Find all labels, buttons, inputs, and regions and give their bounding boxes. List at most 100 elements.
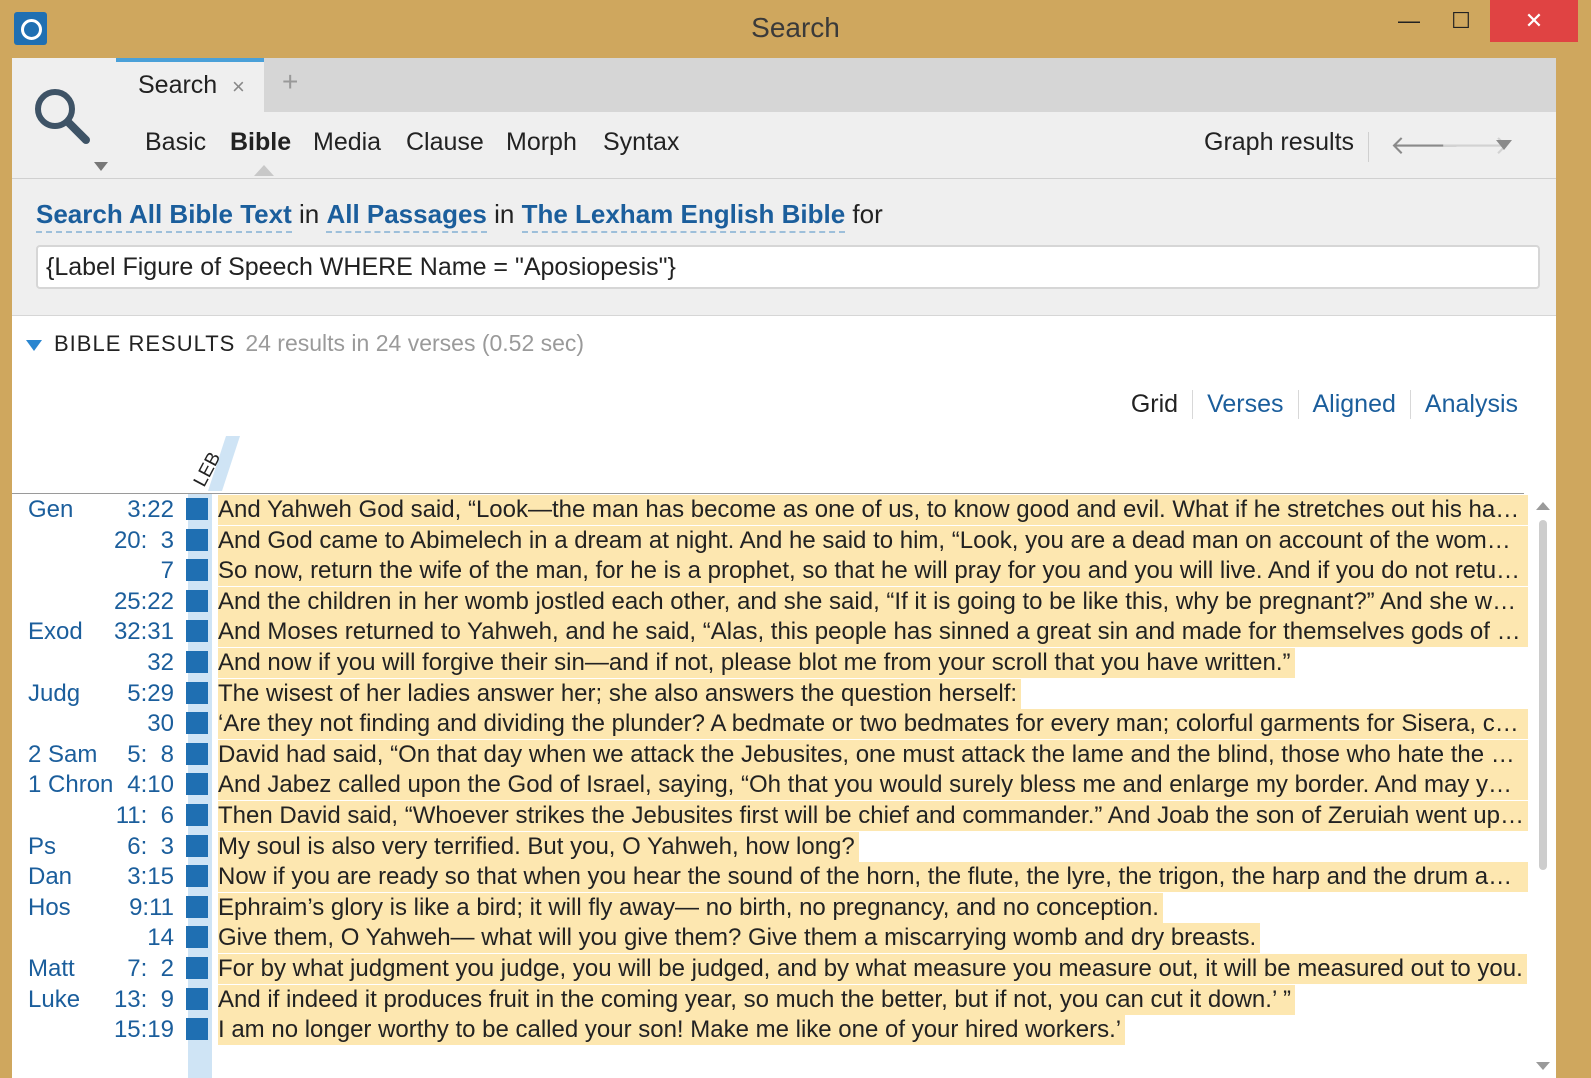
verse-text[interactable]: ‘Are they not finding and dividing the p… xyxy=(218,709,1528,740)
result-row[interactable]: 15:19 I am no longer worthy to be called … xyxy=(12,1015,1524,1046)
verse-text[interactable]: My soul is also very terrified. But you,… xyxy=(218,831,859,862)
hit-marker[interactable] xyxy=(186,589,208,612)
search-scope-link[interactable]: Search All Bible Text xyxy=(36,199,292,233)
book-link[interactable]: Matt xyxy=(28,954,75,984)
result-row[interactable]: Exod 32:31 And Moses returned to Yahweh, a… xyxy=(12,617,1528,648)
result-row[interactable]: 11: 6 Then David said, “Whoever strikes t… xyxy=(12,801,1528,831)
verse-text[interactable]: And the children in her womb jostled eac… xyxy=(218,586,1528,617)
hit-marker[interactable] xyxy=(186,651,208,673)
hit-marker[interactable] xyxy=(186,773,208,796)
nav-tab-bible[interactable]: Bible xyxy=(230,128,291,157)
verse-text[interactable]: I am no longer worthy to be called your … xyxy=(218,1015,1126,1046)
scroll-down-arrow-icon[interactable] xyxy=(1536,1062,1550,1070)
nav-tab-morph[interactable]: Morph xyxy=(506,128,577,157)
reference-link[interactable]: 11: 6 xyxy=(92,801,174,831)
reference-link[interactable]: 3:15 xyxy=(92,862,174,892)
result-row[interactable]: Luke 13: 9 And if indeed it produces fruit… xyxy=(12,984,1524,1015)
book-link[interactable]: Dan xyxy=(28,862,72,892)
result-row[interactable]: 1 Chron 4:10 And Jabez called upon the God… xyxy=(12,770,1528,801)
verse-text[interactable]: And if indeed it produces fruit in the c… xyxy=(218,984,1296,1015)
search-menu-dropdown-icon[interactable] xyxy=(94,162,108,171)
result-row[interactable]: Judg 5:29 The wisest of her ladies answer … xyxy=(12,678,1524,709)
result-row[interactable]: 2 Sam 5: 8 David had said, “On that day wh… xyxy=(12,739,1528,770)
book-link[interactable]: Judg xyxy=(28,679,80,709)
verse-text[interactable]: David had said, “On that day when we att… xyxy=(218,739,1528,770)
result-row[interactable]: Matt 7: 2 For by what judgment you judge, … xyxy=(12,954,1527,984)
column-header-leb[interactable]: LEB xyxy=(188,436,240,491)
result-row[interactable]: Ps 6: 3 My soul is also very terrified. Bu… xyxy=(12,831,1524,862)
result-row[interactable]: 30 ‘Are they not finding and dividing the… xyxy=(12,709,1528,740)
nav-tab-clause[interactable]: Clause xyxy=(406,128,484,157)
resource-link[interactable]: The Lexham English Bible xyxy=(521,199,846,233)
minimize-button[interactable]: — xyxy=(1382,0,1436,42)
nav-tab-media[interactable]: Media xyxy=(313,128,381,157)
book-link[interactable]: Hos xyxy=(28,893,71,923)
reference-link[interactable]: 7: 2 xyxy=(92,954,174,984)
view-analysis[interactable]: Analysis xyxy=(1409,390,1532,419)
history-dropdown-icon[interactable] xyxy=(1496,140,1512,150)
verse-text[interactable]: For by what judgment you judge, you will… xyxy=(218,954,1527,984)
hit-marker[interactable] xyxy=(186,559,208,582)
hit-marker[interactable] xyxy=(186,620,208,643)
close-button[interactable]: ✕ xyxy=(1490,0,1578,42)
result-row[interactable]: Dan 3:15 Now if you are ready so that when… xyxy=(12,862,1528,893)
reference-link[interactable]: 20: 3 xyxy=(92,526,174,556)
verse-text[interactable]: And now if you will forgive their sin—an… xyxy=(218,648,1295,678)
new-tab-button[interactable]: + xyxy=(282,66,298,98)
hit-marker[interactable] xyxy=(186,1018,208,1041)
verse-text[interactable]: And Jabez called upon the God of Israel,… xyxy=(218,770,1528,801)
verse-text[interactable]: Ephraim’s glory is like a bird; it will … xyxy=(218,892,1163,923)
view-verses[interactable]: Verses xyxy=(1192,390,1297,419)
search-icon[interactable] xyxy=(32,86,90,144)
result-row[interactable]: 25:22 And the children in her womb jostle… xyxy=(12,586,1528,617)
result-row[interactable]: 14 Give them, O Yahweh— what will you giv… xyxy=(12,923,1524,954)
verse-text[interactable]: The wisest of her ladies answer her; she… xyxy=(218,678,1022,709)
hit-marker[interactable] xyxy=(186,834,208,857)
result-row[interactable]: 7 So now, return the wife of the man, for… xyxy=(12,556,1528,587)
result-row[interactable]: Gen 3:22 And Yahweh God said, “Look—the ma… xyxy=(12,495,1528,525)
reference-link[interactable]: 13: 9 xyxy=(92,985,174,1015)
hit-marker[interactable] xyxy=(186,957,208,979)
reference-link[interactable]: 30 xyxy=(92,709,174,739)
result-row[interactable]: Hos 9:11 Ephraim’s glory is like a bird; i… xyxy=(12,892,1524,923)
reference-link[interactable]: 5: 8 xyxy=(92,740,174,770)
reference-link[interactable]: 25:22 xyxy=(92,587,174,617)
reference-link[interactable]: 15:19 xyxy=(92,1015,174,1045)
nav-tab-syntax[interactable]: Syntax xyxy=(603,128,679,157)
scroll-up-arrow-icon[interactable] xyxy=(1536,502,1550,510)
collapse-triangle-icon[interactable] xyxy=(26,339,42,351)
nav-tab-basic[interactable]: Basic xyxy=(145,128,206,157)
hit-marker[interactable] xyxy=(186,498,208,520)
book-link[interactable]: Exod xyxy=(28,617,83,647)
reference-link[interactable]: 9:11 xyxy=(92,893,174,923)
result-row[interactable]: 32 And now if you will forgive their sin—… xyxy=(12,648,1524,678)
verse-text[interactable]: Now if you are ready so that when you he… xyxy=(218,862,1528,893)
book-link[interactable]: Luke xyxy=(28,985,80,1015)
verse-text[interactable]: And Yahweh God said, “Look—the man has b… xyxy=(218,495,1528,525)
reference-link[interactable]: 32:31 xyxy=(92,617,174,647)
hit-marker[interactable] xyxy=(186,895,208,918)
hit-marker[interactable] xyxy=(186,987,208,1010)
verse-text[interactable]: And God came to Abimelech in a dream at … xyxy=(218,525,1528,556)
verse-text[interactable]: Give them, O Yahweh— what will you give … xyxy=(218,923,1261,954)
hit-marker[interactable] xyxy=(186,528,208,551)
hit-marker[interactable] xyxy=(186,681,208,704)
reference-link[interactable]: 32 xyxy=(92,648,174,678)
book-link[interactable]: Gen xyxy=(28,495,73,525)
reference-link[interactable]: 3:22 xyxy=(92,495,174,525)
verse-text[interactable]: Then David said, “Whoever strikes the Je… xyxy=(218,801,1528,831)
result-row[interactable]: 20: 3 And God came to Abimelech in a drea… xyxy=(12,525,1528,556)
hit-marker[interactable] xyxy=(186,712,208,735)
reference-link[interactable]: 14 xyxy=(92,923,174,953)
search-input[interactable]: {Label Figure of Speech WHERE Name = "Ap… xyxy=(36,245,1540,289)
hit-marker[interactable] xyxy=(186,804,208,826)
passages-link[interactable]: All Passages xyxy=(326,199,487,233)
maximize-button[interactable]: ☐ xyxy=(1434,0,1488,42)
scroll-thumb[interactable] xyxy=(1539,520,1547,870)
results-header[interactable]: BIBLE RESULTS 24 results in 24 verses (0.… xyxy=(26,330,584,357)
reference-link[interactable]: 4:10 xyxy=(92,770,174,800)
view-grid[interactable]: Grid xyxy=(1117,390,1192,419)
scrollbar[interactable] xyxy=(1534,498,1552,1078)
graph-results-button[interactable]: Graph results xyxy=(1204,128,1354,157)
view-aligned[interactable]: Aligned xyxy=(1297,390,1410,419)
